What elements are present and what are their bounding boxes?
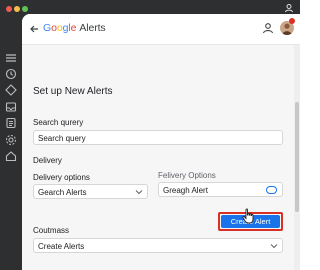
chevron-down-icon (270, 244, 278, 249)
toggle-icon[interactable] (266, 186, 277, 194)
explore-icon[interactable] (5, 84, 17, 96)
window-close-button[interactable] (6, 6, 12, 12)
documents-icon[interactable] (5, 117, 17, 129)
coutmass-label: Coutmass (33, 226, 70, 235)
brand-logo: Google Alerts (43, 22, 106, 34)
cursor-icon (242, 208, 254, 224)
search-label: Search qurery (33, 118, 84, 127)
felivery-options-field[interactable]: Greagh Alert (158, 182, 283, 197)
profile-icon[interactable] (284, 3, 294, 13)
user-icon[interactable] (262, 22, 274, 34)
inbox-icon[interactable] (5, 101, 17, 113)
brand-letter-g: G (43, 22, 52, 34)
home-icon[interactable] (5, 150, 17, 162)
scrollbar-thumb[interactable] (295, 102, 299, 212)
search-input-text: Search query (38, 134, 86, 143)
felivery-options-label: Felivery Options (158, 171, 216, 180)
chevron-down-icon (135, 190, 143, 195)
delivery-options-value: Gearch Alerts (38, 188, 87, 197)
delivery-options-label: Delivery options (33, 173, 90, 182)
page-title: Set up New Alerts (33, 86, 113, 97)
window-minimize-button[interactable] (14, 6, 20, 12)
brand-letter-e: e (70, 22, 77, 34)
notification-badge (289, 18, 295, 24)
window-maximize-button[interactable] (22, 6, 28, 12)
settings-icon[interactable] (5, 134, 17, 146)
delivery-section-label: Delivery (33, 156, 62, 165)
app-header: Google Alerts (22, 14, 300, 45)
history-icon[interactable] (5, 68, 17, 80)
search-input[interactable]: Search query (33, 130, 283, 145)
back-arrow-icon[interactable] (29, 24, 39, 34)
coutmass-value: Create Alerts (38, 242, 85, 251)
brand-alerts-text: Alerts (79, 22, 106, 34)
coutmass-select[interactable]: Create Alerts (33, 238, 283, 253)
felivery-options-value: Greagh Alert (163, 186, 208, 195)
left-rail (0, 44, 22, 270)
main-content: Google Alerts Set up New Alerts Search qu… (22, 14, 300, 270)
delivery-options-select[interactable]: Gearch Alerts (33, 184, 148, 199)
menu-icon[interactable] (5, 52, 17, 64)
